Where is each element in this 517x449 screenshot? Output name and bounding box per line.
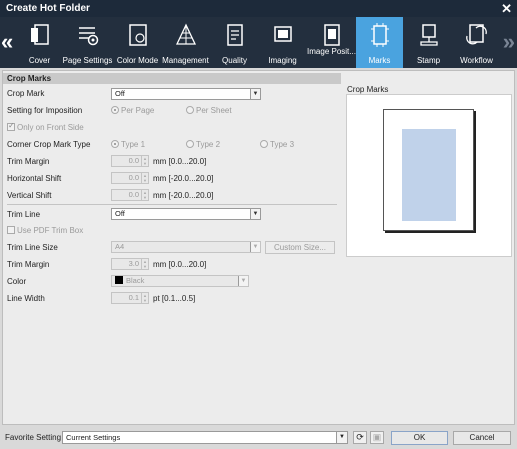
radio-icon <box>186 106 194 114</box>
divider <box>7 204 337 205</box>
tab-image-position[interactable]: Image Posit... <box>307 17 356 68</box>
radio-per-sheet[interactable]: Per Sheet <box>186 106 232 115</box>
chevron-down-icon: ▼ <box>250 89 260 99</box>
trim-line-label: Trim Line <box>7 210 41 219</box>
stepper-arrows-icon: ▲ ▼ <box>141 190 148 200</box>
color-swatch <box>115 276 123 284</box>
chevron-down-icon: ▼ <box>336 432 347 443</box>
pdf-trim-checkbox[interactable]: Use PDF Trim Box <box>7 226 83 235</box>
trim-margin-unit: mm [0.0...20.0] <box>153 157 207 166</box>
stepper-arrows-icon: ▲ ▼ <box>141 259 148 269</box>
category-toolbar: « Cover Page Settings Color Mode Managem… <box>0 17 517 68</box>
crop-marks-settings: Crop Marks Crop Mark Off ▼ Setting for I… <box>3 71 341 424</box>
title-bar: Create Hot Folder ✕ <box>0 0 517 17</box>
color-label: Color <box>7 277 27 286</box>
line-width-stepper[interactable]: 0.1 ▲ ▼ <box>111 292 149 304</box>
radio-icon <box>260 140 268 148</box>
chevron-down-icon: ▼ <box>250 209 260 219</box>
trim-margin-label: Trim Margin <box>7 157 50 166</box>
tab-color-mode[interactable]: Color Mode <box>114 17 161 68</box>
v-shift-label: Vertical Shift <box>7 191 52 200</box>
checkbox-icon <box>7 226 15 234</box>
window-title: Create Hot Folder <box>6 3 90 14</box>
trim-size-select[interactable]: A4 ▼ <box>111 241 261 253</box>
scroll-left-icon[interactable]: « <box>1 31 13 53</box>
stepper-arrows-icon: ▲ ▼ <box>141 173 148 183</box>
settings-panel: Crop Marks Crop Mark Off ▼ Setting for I… <box>2 70 515 425</box>
checkbox-icon <box>7 121 15 131</box>
h-shift-unit: mm [-20.0...20.0] <box>153 174 214 183</box>
tab-workflow[interactable]: Workflow <box>453 17 500 68</box>
tab-marks[interactable]: Marks <box>356 17 403 68</box>
cover-icon <box>30 24 49 45</box>
footer-bar: Favorite Setting Current Settings ▼ ⟳ ▣ … <box>0 427 517 449</box>
favorite-select[interactable]: Current Settings ▼ <box>62 431 348 444</box>
h-shift-label: Horizontal Shift <box>7 174 62 183</box>
radio-icon <box>111 140 119 148</box>
tab-cover[interactable]: Cover <box>16 17 63 68</box>
workflow-icon <box>465 24 487 45</box>
color-mode-icon <box>128 24 147 46</box>
close-icon[interactable]: ✕ <box>501 1 512 17</box>
radio-type-1[interactable]: Type 1 <box>111 140 145 149</box>
stepper-arrows-icon: ▲ ▼ <box>141 293 148 303</box>
preview-title: Crop Marks <box>347 85 389 94</box>
chevron-down-icon: ▼ <box>250 242 260 252</box>
radio-icon <box>111 106 119 114</box>
corner-type-label: Corner Crop Mark Type <box>7 140 91 149</box>
tab-page-settings[interactable]: Page Settings <box>63 17 112 68</box>
scroll-right-icon[interactable]: » <box>503 31 515 53</box>
trim-size-label: Trim Line Size <box>7 243 58 252</box>
h-shift-stepper[interactable]: 0.0 ▲ ▼ <box>111 172 149 184</box>
imposition-label: Setting for Imposition <box>7 106 83 115</box>
save-icon: ▣ <box>372 432 382 442</box>
radio-icon <box>186 140 194 148</box>
custom-size-button[interactable]: Custom Size... <box>265 241 335 254</box>
radio-type-3[interactable]: Type 3 <box>260 140 294 149</box>
tab-stamp[interactable]: Stamp <box>405 17 452 68</box>
preview-sheet <box>383 109 474 231</box>
line-width-unit: pt [0.1...0.5] <box>153 294 196 303</box>
image-position-icon <box>323 24 340 46</box>
trim-line-margin-stepper[interactable]: 3.0 ▲ ▼ <box>111 258 149 270</box>
trim-line-margin-unit: mm [0.0...20.0] <box>153 260 207 269</box>
preview-box <box>346 94 512 257</box>
trim-line-margin-label: Trim Margin <box>7 260 50 269</box>
trim-margin-stepper[interactable]: 0.0 ▲ ▼ <box>111 155 149 167</box>
v-shift-unit: mm [-20.0...20.0] <box>153 191 214 200</box>
imaging-icon <box>273 26 292 42</box>
section-title: Crop Marks <box>3 73 341 84</box>
radio-per-page[interactable]: Per Page <box>111 106 154 115</box>
refresh-button[interactable]: ⟳ <box>353 431 367 444</box>
radio-type-2[interactable]: Type 2 <box>186 140 220 149</box>
stepper-arrows-icon: ▲ ▼ <box>141 156 148 166</box>
preview-image-area <box>402 129 456 221</box>
color-select[interactable]: Black ▼ <box>111 275 249 287</box>
stamp-icon <box>419 24 438 46</box>
favorite-label: Favorite Setting <box>5 433 62 442</box>
cancel-button[interactable]: Cancel <box>453 431 511 445</box>
management-icon <box>175 23 196 45</box>
front-side-checkbox[interactable]: Only on Front Side <box>7 121 84 132</box>
refresh-icon: ⟳ <box>356 432 364 442</box>
line-width-label: Line Width <box>7 294 45 303</box>
save-favorite-button[interactable]: ▣ <box>370 431 384 444</box>
tab-quality[interactable]: Quality <box>211 17 258 68</box>
preview-pane: Crop Marks <box>343 71 515 424</box>
crop-mark-label: Crop Mark <box>7 89 45 98</box>
trim-line-select[interactable]: Off ▼ <box>111 208 261 220</box>
v-shift-stepper[interactable]: 0.0 ▲ ▼ <box>111 189 149 201</box>
tab-imaging[interactable]: Imaging <box>259 17 306 68</box>
crop-mark-select[interactable]: Off ▼ <box>111 88 261 100</box>
quality-icon <box>226 24 243 46</box>
page-settings-icon <box>78 27 98 46</box>
marks-icon <box>370 23 389 47</box>
tab-management[interactable]: Management <box>162 17 209 68</box>
ok-button[interactable]: OK <box>391 431 448 445</box>
chevron-down-icon: ▼ <box>238 276 248 286</box>
